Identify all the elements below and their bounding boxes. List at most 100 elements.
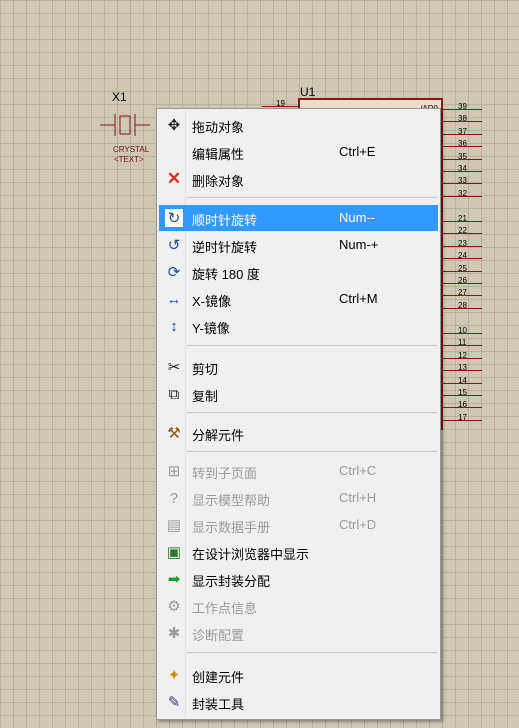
menu-item-shortcut: Ctrl+M bbox=[339, 291, 378, 306]
menu-item-rotate-counterclockwise[interactable]: ↺ 逆时针旋转 Num-+ bbox=[159, 232, 438, 258]
u1-pin[interactable]: /AD633 bbox=[420, 176, 484, 189]
menu-item-decompose[interactable]: ⚒ 分解元件 bbox=[159, 420, 438, 446]
u1-pin[interactable]: 6/WR16 bbox=[418, 400, 484, 413]
crystal-symbol[interactable] bbox=[100, 110, 150, 140]
menu-item-packaging-tool[interactable]: ✎ 封装工具 bbox=[159, 689, 438, 715]
menu-item-label: 诊断配置 bbox=[192, 628, 245, 643]
menu-item-label: 旋转 180 度 bbox=[192, 267, 260, 282]
u1-pin[interactable]: 5/A1326 bbox=[417, 276, 484, 289]
menu-separator bbox=[187, 451, 437, 452]
rotate-180-icon: ⟳ bbox=[167, 264, 181, 281]
menu-separator bbox=[187, 345, 437, 346]
crystal-name: CRYSTAL bbox=[113, 145, 150, 154]
mirror-y-icon: ↕ bbox=[170, 317, 178, 335]
u1-pin-number: 38 bbox=[458, 114, 467, 124]
menu-item-rotate-180[interactable]: ⟳ 旋转 180 度 bbox=[159, 259, 438, 285]
u1-pin-number: 24 bbox=[458, 251, 467, 261]
u1-pin[interactable]: /AD534 bbox=[420, 164, 484, 177]
menu-item-shortcut: Ctrl+E bbox=[339, 144, 376, 159]
copy-icon: ⧉ bbox=[168, 385, 180, 403]
menu-item-show-package-assignment[interactable]: ➡ 显示封装分配 bbox=[159, 566, 438, 592]
u1-pin-number: 11 bbox=[458, 338, 467, 348]
move-icon: ✥ bbox=[167, 117, 181, 134]
u1-pin[interactable]: /AD138 bbox=[420, 114, 484, 127]
menu-item-label: 显示封装分配 bbox=[192, 574, 271, 589]
u1-pin-number: 37 bbox=[458, 126, 467, 136]
menu-item-shortcut: Ctrl+C bbox=[339, 463, 377, 478]
menu-item-label: 剪切 bbox=[192, 362, 219, 377]
menu-item-label: 工作点信息 bbox=[192, 601, 258, 616]
u1-pin-number: 33 bbox=[458, 176, 467, 186]
menu-item-label: 顺时针旋转 bbox=[192, 213, 258, 228]
menu-item-shortcut: Num-- bbox=[339, 210, 376, 225]
u1-pin-number: 15 bbox=[458, 388, 467, 397]
u1-pin-number: 27 bbox=[458, 288, 467, 298]
menu-item-rotate-clockwise[interactable]: ↻ 顺时针旋转 Num-- bbox=[159, 205, 438, 231]
u1-pin[interactable]: 4/T014 bbox=[422, 376, 484, 389]
menu-item-diagnostics-config[interactable]: ✱ 诊断配置 bbox=[159, 620, 438, 646]
menu-item-drag-object[interactable]: ✥ 拖动对象 bbox=[159, 112, 438, 138]
package-icon: ➡ bbox=[167, 571, 181, 588]
u1-pin[interactable]: /AD732 bbox=[420, 189, 484, 202]
u1-pin[interactable]: 2.1/A922 bbox=[415, 226, 484, 239]
u1-pin[interactable]: 4/A1225 bbox=[417, 264, 484, 277]
u1-pin-number: 17 bbox=[458, 412, 467, 422]
u1-pin-number: 39 bbox=[458, 102, 467, 111]
mirror-x-icon: ↔ bbox=[166, 290, 182, 308]
menu-separator bbox=[187, 197, 437, 198]
u1-pin[interactable]: 2/A1023 bbox=[417, 238, 484, 252]
u1-pin-number: 23 bbox=[458, 238, 467, 248]
create-device-icon: ✦ bbox=[167, 667, 181, 684]
menu-item-label: 复制 bbox=[192, 389, 219, 404]
menu-item-label: 拖动对象 bbox=[192, 120, 245, 135]
u1-pin[interactable]: /AD336 bbox=[420, 139, 484, 152]
operating-point-icon: ⚙ bbox=[167, 598, 181, 615]
menu-item-mirror-x[interactable]: ↔ X-镜像 Ctrl+M bbox=[159, 286, 438, 312]
u1-pin-number: 28 bbox=[458, 300, 467, 310]
menu-item-label: 创建元件 bbox=[192, 670, 245, 685]
rotate-counterclockwise-icon: ↺ bbox=[167, 237, 181, 254]
u1-pin[interactable]: INT113 bbox=[421, 363, 484, 376]
x1-label: X1 bbox=[112, 90, 127, 104]
menu-item-label: 删除对象 bbox=[192, 174, 245, 189]
delete-x-icon: ✕ bbox=[166, 169, 182, 188]
menu-item-datasheet[interactable]: ▤ 显示数据手册 Ctrl+D bbox=[159, 512, 438, 538]
u1-pin[interactable]: INT012 bbox=[421, 350, 484, 364]
menu-item-label: 封装工具 bbox=[192, 697, 245, 712]
menu-item-shortcut: Ctrl+H bbox=[339, 490, 377, 505]
subsheet-icon: ⊞ bbox=[167, 463, 181, 480]
menu-item-copy[interactable]: ⧉ 复制 bbox=[159, 381, 438, 407]
menu-item-operating-point-info[interactable]: ⚙ 工作点信息 bbox=[159, 593, 438, 619]
u1-pin-number: 21 bbox=[458, 214, 467, 223]
menu-item-model-help[interactable]: ? 显示模型帮助 Ctrl+H bbox=[159, 485, 438, 511]
u1-pin[interactable]: /AD237 bbox=[420, 126, 484, 140]
u1-pin[interactable]: 5/T115 bbox=[422, 388, 484, 401]
u1-pin[interactable]: 2.0/A821 bbox=[415, 214, 484, 227]
menu-item-label: 显示模型帮助 bbox=[192, 493, 271, 508]
menu-item-label: Y-镜像 bbox=[192, 321, 230, 336]
menu-item-delete-object[interactable]: ✕ 删除对象 bbox=[159, 166, 438, 192]
u1-pin[interactable]: /RXD10 bbox=[419, 326, 484, 339]
u1-pin-number: 36 bbox=[458, 139, 467, 149]
menu-item-label: 逆时针旋转 bbox=[192, 240, 258, 255]
menu-item-show-in-design-explorer[interactable]: ▣ 在设计浏览器中显示 bbox=[159, 539, 438, 565]
menu-item-label: X-镜像 bbox=[192, 294, 232, 309]
menu-item-mirror-y[interactable]: ↕ Y-镜像 bbox=[159, 313, 438, 339]
u1-pin[interactable]: 7/RD17 bbox=[420, 412, 484, 426]
u1-pin[interactable]: 6/A1427 bbox=[417, 288, 484, 301]
help-icon: ? bbox=[169, 489, 179, 507]
design-explorer-icon: ▣ bbox=[166, 544, 182, 561]
u1-pin[interactable]: /AD435 bbox=[420, 152, 484, 165]
menu-item-create-device[interactable]: ✦ 创建元件 bbox=[159, 662, 438, 688]
rotate-clockwise-icon: ↻ bbox=[164, 208, 184, 228]
menu-item-label: 分解元件 bbox=[192, 428, 245, 443]
u1-left-pin bbox=[262, 106, 298, 107]
menu-item-cut[interactable]: ✂ 剪切 bbox=[159, 354, 438, 380]
u1-pin[interactable]: /AD039 bbox=[420, 102, 484, 115]
u1-pin[interactable]: /TXD11 bbox=[420, 338, 484, 351]
u1-pin-number: 12 bbox=[458, 350, 467, 360]
menu-item-edit-properties[interactable]: 编辑属性 Ctrl+E bbox=[159, 139, 438, 165]
u1-pin[interactable]: 7/A1528 bbox=[417, 300, 484, 314]
menu-item-goto-subsheet[interactable]: ⊞ 转到子页面 Ctrl+C bbox=[159, 458, 438, 484]
u1-pin[interactable]: 3/A1124 bbox=[418, 251, 484, 264]
